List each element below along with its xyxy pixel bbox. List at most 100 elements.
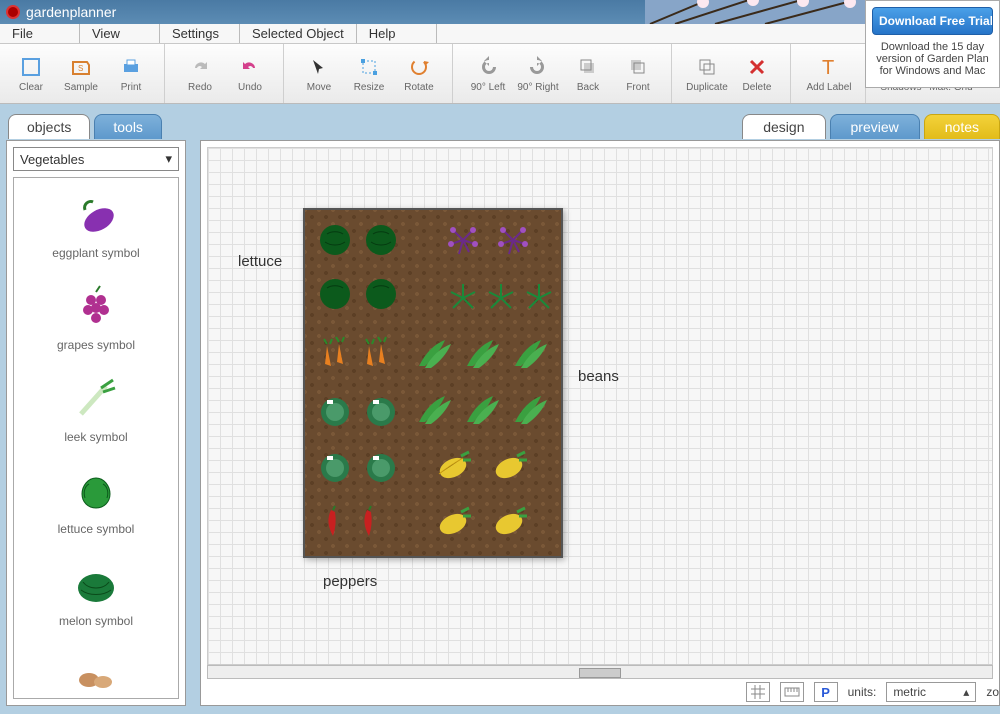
plant-beans[interactable] xyxy=(511,336,551,372)
eggplant-icon xyxy=(18,188,174,242)
toolbar: Clear SSample Print Redo Undo Move Resiz… xyxy=(0,44,1000,104)
promo-text-2: version of Garden Plan xyxy=(872,53,993,65)
object-melon[interactable]: melon symbol xyxy=(14,546,178,638)
object-grapes[interactable]: grapes symbol xyxy=(14,270,178,362)
plant-cabbage[interactable] xyxy=(317,448,353,484)
delete-icon xyxy=(745,55,769,79)
plant-carrots[interactable] xyxy=(317,336,353,372)
horizontal-scrollbar[interactable] xyxy=(207,665,993,679)
app-title: gardenplanner xyxy=(26,4,116,20)
sample-button[interactable]: SSample xyxy=(56,55,106,93)
rot-left-button[interactable]: 90° Left xyxy=(463,55,513,93)
plant-lettuce[interactable] xyxy=(363,222,399,258)
resize-button[interactable]: Resize xyxy=(344,55,394,93)
decor-flowers xyxy=(645,0,865,24)
back-icon xyxy=(576,55,600,79)
plant-herb[interactable] xyxy=(483,280,519,316)
plan-mode-icon[interactable]: P xyxy=(814,682,838,702)
plant-carrots[interactable] xyxy=(359,336,395,372)
plant-lettuce[interactable] xyxy=(317,276,353,312)
rot-right-icon xyxy=(526,55,550,79)
menu-selected-object[interactable]: Selected Object xyxy=(240,24,357,43)
lettuce-icon xyxy=(18,464,174,518)
plant-cabbage[interactable] xyxy=(363,448,399,484)
front-button[interactable]: Front xyxy=(613,55,663,93)
leek-icon xyxy=(18,372,174,426)
canvas-viewport[interactable]: lettuce beans peppers xyxy=(207,147,993,665)
move-button[interactable]: Move xyxy=(294,55,344,93)
tab-preview[interactable]: preview xyxy=(830,114,920,139)
plant-corn[interactable] xyxy=(489,504,533,540)
plant-pepper[interactable] xyxy=(353,504,389,540)
plant-lettuce[interactable] xyxy=(363,276,399,312)
ruler-toggle-icon[interactable] xyxy=(780,682,804,702)
duplicate-icon xyxy=(695,55,719,79)
tab-design[interactable]: design xyxy=(742,114,825,139)
units-dropdown[interactable]: metric ▴ xyxy=(886,682,976,702)
objects-panel: Vegetables ▾ eggplant symbol grapes symb… xyxy=(6,140,186,706)
plant-pepper[interactable] xyxy=(317,504,353,540)
plant-lettuce[interactable] xyxy=(317,222,353,258)
tab-objects[interactable]: objects xyxy=(8,114,90,139)
grapes-icon xyxy=(18,280,174,334)
clear-button[interactable]: Clear xyxy=(6,55,56,93)
plant-beans[interactable] xyxy=(415,392,455,428)
menu-help[interactable]: Help xyxy=(357,24,437,43)
object-more[interactable] xyxy=(14,638,178,699)
plant-corn[interactable] xyxy=(489,448,533,484)
plant-beans[interactable] xyxy=(415,336,455,372)
plant-cabbage[interactable] xyxy=(363,392,399,428)
duplicate-button[interactable]: Duplicate xyxy=(682,55,732,93)
plant-corn[interactable] xyxy=(433,504,477,540)
object-eggplant[interactable]: eggplant symbol xyxy=(14,178,178,270)
svg-text:S: S xyxy=(78,64,83,73)
plant-purple[interactable] xyxy=(445,222,481,258)
plant-cabbage[interactable] xyxy=(317,392,353,428)
chevron-up-icon: ▴ xyxy=(963,685,969,699)
add-label-button[interactable]: TAdd Label xyxy=(801,55,857,93)
object-list[interactable]: eggplant symbol grapes symbol leek symbo… xyxy=(13,177,179,699)
undo-icon xyxy=(238,55,262,79)
rotate-button[interactable]: Rotate xyxy=(394,55,444,93)
move-icon xyxy=(307,55,331,79)
zoom-label: zo xyxy=(986,685,999,699)
menu-settings[interactable]: Settings xyxy=(160,24,240,43)
download-promo: Download Free Trial Download the 15 day … xyxy=(865,0,1000,88)
plant-herb[interactable] xyxy=(521,280,557,316)
clear-icon xyxy=(19,55,43,79)
plant-beans[interactable] xyxy=(463,336,503,372)
melon-icon xyxy=(18,556,174,610)
download-trial-button[interactable]: Download Free Trial xyxy=(872,7,993,35)
delete-button[interactable]: Delete xyxy=(732,55,782,93)
category-dropdown[interactable]: Vegetables ▾ xyxy=(13,147,179,171)
tab-notes[interactable]: notes xyxy=(924,114,1000,139)
undo-button[interactable]: Undo xyxy=(225,55,275,93)
redo-icon xyxy=(188,55,212,79)
back-button[interactable]: Back xyxy=(563,55,613,93)
add-label-icon: T xyxy=(817,55,841,79)
menu-file[interactable]: File xyxy=(0,24,80,43)
grid-toggle-icon[interactable] xyxy=(746,682,770,702)
annotation-lettuce[interactable]: lettuce xyxy=(238,253,282,270)
canvas-grid[interactable]: lettuce beans peppers xyxy=(208,148,992,664)
category-value: Vegetables xyxy=(20,152,84,167)
svg-text:T: T xyxy=(822,57,834,78)
chevron-down-icon: ▾ xyxy=(165,151,172,167)
print-button[interactable]: Print xyxy=(106,55,156,93)
tab-tools[interactable]: tools xyxy=(94,114,162,139)
plant-purple[interactable] xyxy=(495,222,531,258)
plant-beans[interactable] xyxy=(463,392,503,428)
plant-corn[interactable] xyxy=(433,448,477,484)
annotation-beans[interactable]: beans xyxy=(578,368,619,385)
sample-icon: S xyxy=(69,55,93,79)
object-leek[interactable]: leek symbol xyxy=(14,362,178,454)
redo-button[interactable]: Redo xyxy=(175,55,225,93)
annotation-peppers[interactable]: peppers xyxy=(323,573,377,590)
object-lettuce[interactable]: lettuce symbol xyxy=(14,454,178,546)
menu-view[interactable]: View xyxy=(80,24,160,43)
rot-right-button[interactable]: 90° Right xyxy=(513,55,563,93)
plant-beans[interactable] xyxy=(511,392,551,428)
canvas-frame: lettuce beans peppers xyxy=(200,140,1000,706)
garden-bed[interactable] xyxy=(303,208,563,558)
plant-herb[interactable] xyxy=(445,280,481,316)
